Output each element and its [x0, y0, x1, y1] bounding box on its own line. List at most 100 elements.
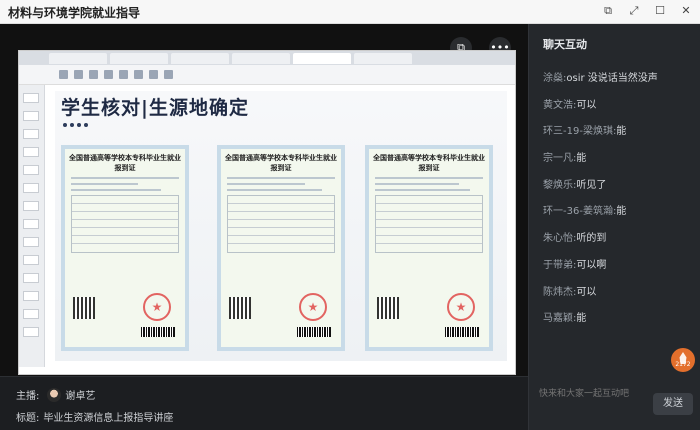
slide-thumbnail	[23, 273, 39, 283]
window-title: 材料与环境学院就业指导	[8, 6, 141, 20]
report-card: 全国普通高等学校本专科毕业生就业报到证 ★	[365, 145, 493, 351]
chat-sender: 涂燊	[543, 73, 563, 84]
chat-text: 听的到	[576, 233, 607, 245]
browser-tabs	[19, 51, 515, 65]
toolbar-icon	[59, 70, 68, 79]
chat-sender: 环三-19-梁焕琪	[543, 126, 613, 138]
slide-thumbnail	[23, 201, 39, 211]
chat-sender: 陈炜杰	[543, 286, 573, 298]
stamp-icon: ★	[299, 293, 327, 321]
report-card-title: 全国普通高等学校本专科毕业生就业报到证	[225, 154, 337, 172]
report-card: 全国普通高等学校本专科毕业生就业报到证 ★	[61, 145, 189, 351]
slide-thumbnails	[19, 85, 45, 367]
toolbar-icon	[134, 70, 143, 79]
toolbar-icon	[164, 70, 173, 79]
chat-message: 环三-19-梁焕琪:能	[543, 126, 627, 138]
chat-sender: 于带弟	[543, 259, 573, 271]
shared-screen: 学生核对|生源地确定 全国普通高等学校本专科毕业生就业报到证 ★ 全国普通高等学…	[18, 50, 516, 375]
browser-tab	[293, 53, 351, 64]
chat-message: 于带弟:可以啊	[543, 259, 607, 271]
chat-panel: 聊天互动 涂燊:osir 没说话当然没声 黄文浩:可以 环三-19-梁焕琪:能 …	[528, 24, 700, 430]
slide-thumbnail	[23, 93, 39, 103]
host-row: 主播: 谢卓艺	[16, 387, 95, 402]
slide-thumbnail	[23, 309, 39, 319]
chat-text: 听见了	[576, 179, 607, 191]
chat-text: 能	[576, 313, 587, 325]
chat-text: osir 没说话当然没声	[566, 73, 658, 84]
slide-thumbnail	[23, 147, 39, 157]
toolbar-icon	[119, 70, 128, 79]
chat-text: 能	[576, 153, 587, 165]
doc-toolbar	[19, 65, 515, 85]
host-name: 谢卓艺	[65, 391, 96, 402]
stream-info: 主播: 谢卓艺 标题: 毕业生资源信息上报指导讲座	[0, 376, 528, 430]
slide-title: 学生核对|生源地确定	[61, 97, 249, 119]
toolbar-icon	[89, 70, 98, 79]
browser-tab	[232, 53, 290, 64]
slide-thumbnail	[23, 255, 39, 265]
toolbar-icon	[104, 70, 113, 79]
slide-thumbnail	[23, 129, 39, 139]
chat-message: 环一-36-姜筑瀚:能	[543, 206, 627, 218]
maximize-icon[interactable]: ☐	[652, 3, 668, 19]
pip-icon[interactable]: ⧉	[600, 3, 616, 19]
topic-label: 标题:	[16, 413, 40, 424]
chat-text: 可以	[576, 99, 597, 111]
slide-thumbnail	[23, 237, 39, 247]
topic-row: 标题: 毕业生资源信息上报指导讲座	[16, 409, 173, 424]
report-card-table	[71, 195, 179, 253]
slide-thumbnail	[23, 327, 39, 337]
chat-message: 宗一凡:能	[543, 153, 587, 165]
chat-sender: 朱心怡	[543, 233, 573, 245]
fullscreen-icon[interactable]: ⤢	[626, 3, 642, 19]
send-button[interactable]: 发送	[653, 393, 693, 415]
slide-thumbnail	[23, 111, 39, 121]
chat-text: 可以	[576, 286, 597, 298]
slide-thumbnail	[23, 165, 39, 175]
qr-code	[73, 297, 95, 319]
chat-text: 能	[616, 206, 627, 218]
barcode	[141, 327, 175, 337]
chat-header: 聊天互动	[543, 38, 587, 51]
report-card: 全国普通高等学校本专科毕业生就业报到证 ★	[217, 145, 345, 351]
report-card-table	[375, 195, 483, 253]
main-panel: ⧉ ••• 学生核对|生源地确定 全国普通高等学校本专科毕业生就业报到证 ★ 全…	[0, 24, 528, 430]
report-card-title: 全国普通高等学校本专科毕业生就业报到证	[69, 154, 181, 172]
chat-message: 黎焕乐:听见了	[543, 179, 607, 191]
video-player[interactable]: ⧉ ••• 学生核对|生源地确定 全国普通高等学校本专科毕业生就业报到证 ★ 全…	[0, 24, 528, 376]
chat-input[interactable]	[537, 384, 649, 402]
host-avatar[interactable]	[47, 387, 62, 402]
slide-thumbnail	[23, 183, 39, 193]
chat-list[interactable]: 涂燊:osir 没说话当然没声 黄文浩:可以 环三-19-梁焕琪:能 宗一凡:能…	[543, 69, 693, 336]
chat-sender: 马嘉颖	[543, 313, 573, 325]
barcode	[445, 327, 479, 337]
browser-tab	[110, 53, 168, 64]
chat-sender: 黄文浩	[543, 99, 573, 111]
browser-tab	[171, 53, 229, 64]
chat-message: 马嘉颖:能	[543, 313, 587, 325]
chat-message: 黄文浩:可以	[543, 99, 597, 111]
like-icon[interactable]: 2172	[671, 348, 695, 372]
chat-message: 朱心怡:听的到	[543, 233, 607, 245]
topic-text: 毕业生资源信息上报指导讲座	[43, 413, 174, 424]
qr-code	[229, 297, 251, 319]
slide-thumbnail	[23, 291, 39, 301]
like-count: 2172	[675, 361, 691, 368]
chat-text: 可以啊	[576, 259, 607, 271]
browser-tab	[49, 53, 107, 64]
barcode	[297, 327, 331, 337]
presentation-slide: 学生核对|生源地确定 全国普通高等学校本专科毕业生就业报到证 ★ 全国普通高等学…	[55, 91, 507, 361]
title-bar: 材料与环境学院就业指导 ⧉ ⤢ ☐ ✕	[0, 0, 700, 24]
close-icon[interactable]: ✕	[678, 3, 694, 19]
stamp-icon: ★	[143, 293, 171, 321]
report-card-title: 全国普通高等学校本专科毕业生就业报到证	[373, 154, 485, 172]
chat-message: 涂燊:osir 没说话当然没声	[543, 73, 658, 84]
chat-text: 能	[616, 126, 627, 138]
slide-title-dots	[63, 123, 88, 127]
chat-sender: 宗一凡	[543, 153, 573, 165]
stamp-icon: ★	[447, 293, 475, 321]
qr-code	[377, 297, 399, 319]
chat-sender: 黎焕乐	[543, 179, 573, 191]
toolbar-icon	[74, 70, 83, 79]
chat-message: 陈炜杰:可以	[543, 286, 597, 298]
